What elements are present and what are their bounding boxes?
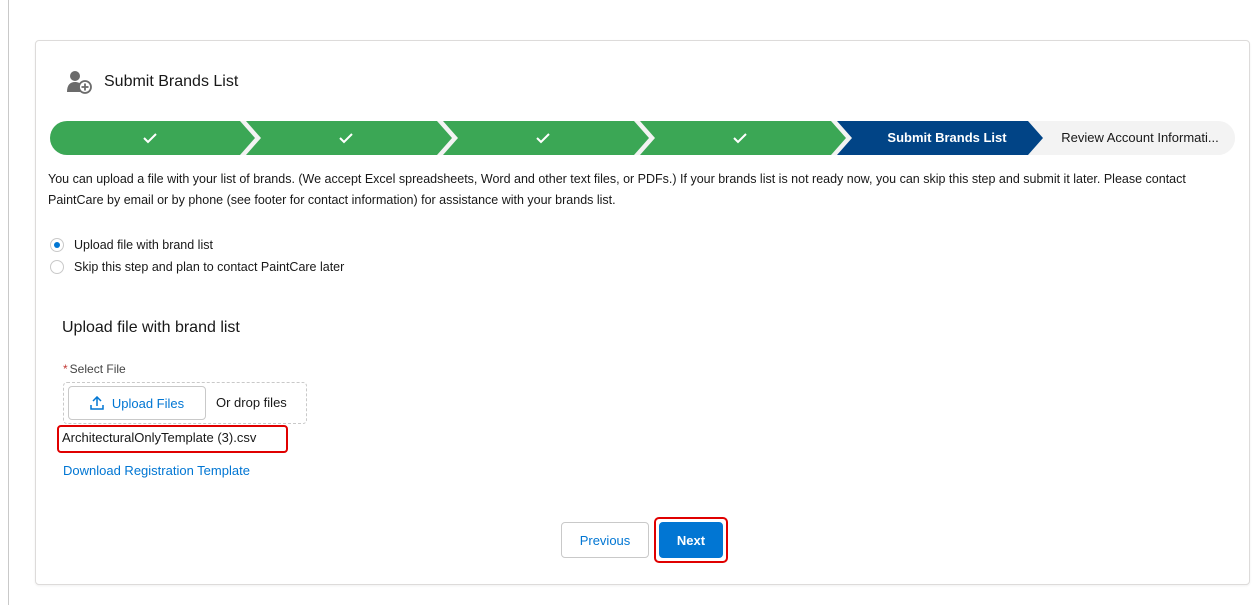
option-upload-file-label: Upload file with brand list [74, 238, 213, 252]
uploaded-filename: ArchitecturalOnlyTemplate (3).csv [62, 430, 257, 445]
select-file-label: * Select File [63, 362, 126, 376]
path-step-next-label: Review Account Informati... [1061, 130, 1219, 145]
user-add-icon [67, 71, 92, 94]
checkmark-icon [720, 121, 760, 155]
next-button[interactable]: Next [659, 522, 723, 558]
drop-files-text: Or drop files [216, 395, 287, 410]
upload-section-title: Upload file with brand list [62, 319, 240, 336]
previous-button[interactable]: Previous [561, 522, 649, 558]
file-drop-zone[interactable]: Upload Files Or drop files [63, 382, 307, 424]
upload-files-button[interactable]: Upload Files [68, 386, 206, 420]
page-title: Submit Brands List [104, 73, 239, 90]
download-template-link[interactable]: Download Registration Template [63, 463, 250, 478]
brand-list-option-group: Upload file with brand list Skip this st… [50, 234, 344, 278]
card-header: Submit Brands List [66, 70, 238, 94]
option-upload-file[interactable]: Upload file with brand list [50, 234, 344, 256]
upload-icon [90, 396, 104, 410]
radio-upload-file[interactable] [50, 238, 64, 252]
submit-brands-card: Submit Brands List Submit Brands List Re… [35, 40, 1250, 585]
required-marker: * [63, 362, 68, 376]
option-skip-step[interactable]: Skip this step and plan to contact Paint… [50, 256, 344, 278]
select-file-label-text: Select File [69, 362, 126, 376]
path-step-current-label: Submit Brands List [887, 130, 1007, 145]
option-skip-step-label: Skip this step and plan to contact Paint… [74, 260, 345, 274]
checkmark-icon [130, 121, 170, 155]
upload-files-label: Upload Files [111, 395, 185, 411]
radio-skip-step[interactable] [50, 260, 64, 274]
window-left-border [8, 0, 9, 605]
checkmark-icon [523, 121, 563, 155]
progress-path: Submit Brands List Review Account Inform… [50, 121, 1235, 155]
checkmark-icon [326, 121, 366, 155]
intro-text: You can upload a file with your list of … [48, 172, 1186, 207]
